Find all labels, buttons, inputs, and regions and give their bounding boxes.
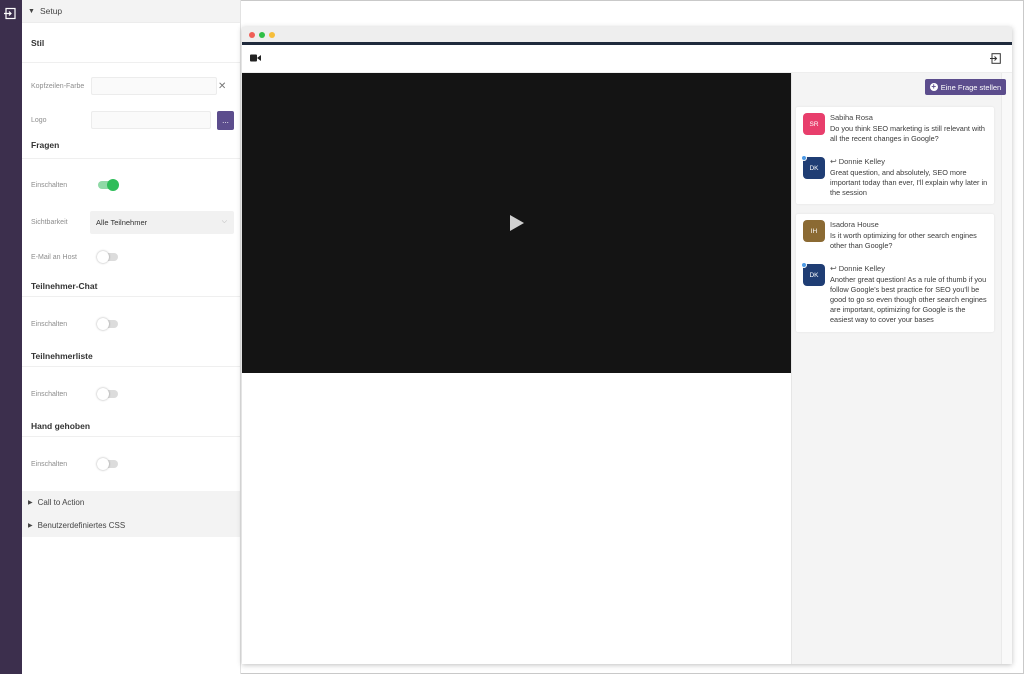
host-badge-icon bbox=[801, 155, 807, 161]
author-name: Sabiha Rosa bbox=[830, 113, 873, 122]
visibility-row: Sichtbarkeit Alle Teilnehmer ⌵ bbox=[22, 210, 240, 234]
reply-text: Another great question! As a rule of thu… bbox=[830, 275, 987, 324]
preview-window: + Eine Frage stellen SR Sabiha Rosa Do y… bbox=[242, 27, 1012, 664]
caret-right-icon: ▶ bbox=[28, 523, 33, 529]
leave-icon[interactable] bbox=[990, 53, 1001, 66]
toggle-knob bbox=[107, 179, 119, 191]
reply-text: Great question, and absolutely, SEO more… bbox=[830, 168, 988, 197]
chat-enable-toggle[interactable] bbox=[97, 318, 118, 330]
author-name: Isadora House bbox=[830, 220, 879, 229]
avatar: SR bbox=[803, 113, 825, 135]
email-host-toggle[interactable] bbox=[97, 251, 118, 263]
reply-author-name: Donnie Kelley bbox=[838, 264, 885, 273]
list-enable-row: Einschalten bbox=[22, 367, 240, 421]
logo-browse-button[interactable]: ... bbox=[217, 110, 234, 130]
toggle-knob bbox=[97, 318, 109, 330]
clear-icon[interactable]: ✕ bbox=[218, 81, 226, 92]
section-setup-label: Setup bbox=[39, 6, 63, 16]
toggle-knob bbox=[97, 388, 109, 400]
visibility-value: Alle Teilnehmer bbox=[96, 217, 148, 227]
reply-message: DK ↩ Donnie Kelley Another great question… bbox=[796, 262, 994, 325]
group-title-list: Teilnehmerliste bbox=[22, 351, 240, 367]
avatar: IH bbox=[803, 220, 825, 242]
section-css-toggle[interactable]: ▶ Benutzerdefiniertes CSS bbox=[22, 514, 240, 537]
logo-label: Logo bbox=[31, 116, 47, 124]
qa-panel: + Eine Frage stellen SR Sabiha Rosa Do y… bbox=[791, 73, 1012, 664]
reply-arrow-icon: ↩ bbox=[830, 264, 837, 273]
question-text: Is it worth optimizing for other search … bbox=[830, 231, 977, 250]
visibility-label: Sichtbarkeit bbox=[31, 218, 68, 226]
hand-enable-toggle[interactable] bbox=[97, 458, 118, 470]
header-color-label: Kopfzeilen-Farbe bbox=[31, 82, 85, 90]
window-titlebar bbox=[242, 27, 1012, 42]
host-badge-icon bbox=[801, 262, 807, 268]
minimize-dot-icon[interactable] bbox=[259, 31, 265, 38]
preview-toolbar bbox=[242, 45, 1012, 73]
chat-enable-row: Einschalten bbox=[22, 297, 240, 351]
question-message: SR Sabiha Rosa Do you think SEO marketin… bbox=[796, 113, 994, 144]
chat-enable-label: Einschalten bbox=[31, 320, 68, 328]
avatar: DK bbox=[803, 157, 825, 179]
reply-message: DK ↩ Donnie Kelley Great question, and ab… bbox=[796, 155, 994, 198]
hand-enable-label: Einschalten bbox=[31, 460, 68, 468]
group-title-fragen: Fragen bbox=[22, 131, 240, 159]
toggle-knob bbox=[97, 251, 109, 263]
reply-arrow-icon: ↩ bbox=[830, 157, 837, 166]
reply-author-name: Donnie Kelley bbox=[838, 157, 885, 166]
toggle-knob bbox=[97, 458, 109, 470]
list-enable-label: Einschalten bbox=[31, 390, 68, 398]
video-player[interactable] bbox=[242, 73, 791, 373]
header-color-row: Kopfzeilen-Farbe ✕ bbox=[22, 63, 240, 109]
question-text: Do you think SEO marketing is still rele… bbox=[830, 124, 985, 143]
section-setup-toggle[interactable]: ▼ Setup bbox=[22, 0, 240, 23]
group-title-hand: Hand gehoben bbox=[22, 421, 240, 437]
video-camera-icon[interactable] bbox=[250, 54, 261, 64]
group-title-chat: Teilnehmer-Chat bbox=[22, 281, 240, 297]
section-css-label: Benutzerdefiniertes CSS bbox=[37, 521, 126, 530]
hand-enable-row: Einschalten bbox=[22, 437, 240, 491]
logo-input[interactable] bbox=[91, 111, 211, 129]
logo-row: Logo ... bbox=[22, 109, 240, 131]
left-sidebar-strip bbox=[0, 0, 22, 674]
avatar: DK bbox=[803, 264, 825, 286]
close-dot-icon[interactable] bbox=[249, 31, 255, 38]
question-card: IH Isadora House Is it worth optimizing … bbox=[796, 214, 994, 332]
play-icon[interactable] bbox=[510, 215, 524, 233]
caret-down-icon: ▼ bbox=[28, 7, 35, 15]
question-card: SR Sabiha Rosa Do you think SEO marketin… bbox=[796, 107, 994, 204]
caret-right-icon: ▶ bbox=[28, 500, 33, 506]
email-host-label: E-Mail an Host bbox=[31, 253, 77, 261]
fragen-enable-toggle[interactable] bbox=[98, 179, 119, 191]
email-host-row: E-Mail an Host bbox=[22, 233, 240, 281]
qa-scrollbar[interactable] bbox=[1001, 73, 1012, 664]
header-color-input[interactable] bbox=[91, 77, 217, 95]
section-cta-label: Call to Action bbox=[37, 498, 85, 507]
fragen-enable-row: Einschalten bbox=[22, 159, 240, 211]
plus-circle-icon: + bbox=[929, 82, 938, 91]
ask-question-label: Eine Frage stellen bbox=[940, 82, 1002, 92]
maximize-dot-icon[interactable] bbox=[269, 31, 275, 38]
exit-icon[interactable] bbox=[4, 7, 17, 20]
question-message: IH Isadora House Is it worth optimizing … bbox=[796, 220, 994, 251]
ask-question-button[interactable]: + Eine Frage stellen bbox=[925, 79, 1006, 95]
fragen-enable-label: Einschalten bbox=[31, 181, 68, 189]
group-title-stil: Stil bbox=[22, 23, 240, 63]
settings-panel: ▼ Setup Stil Kopfzeilen-Farbe ✕ Logo ...… bbox=[22, 0, 241, 674]
section-cta-toggle[interactable]: ▶ Call to Action bbox=[22, 491, 240, 514]
chevron-down-icon: ⌵ bbox=[221, 218, 227, 225]
list-enable-toggle[interactable] bbox=[97, 388, 118, 400]
visibility-select[interactable]: Alle Teilnehmer ⌵ bbox=[90, 210, 234, 234]
